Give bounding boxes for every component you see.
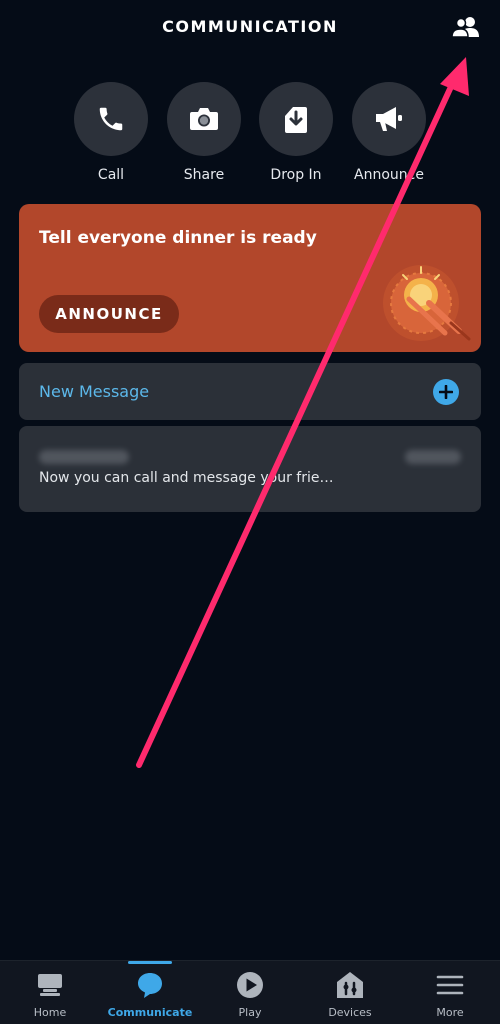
announce-button[interactable]: ANNOUNCE bbox=[39, 295, 179, 333]
devices-icon bbox=[336, 971, 364, 999]
header: COMMUNICATION bbox=[0, 0, 500, 56]
conversation-item[interactable]: Now you can call and message your frie… bbox=[19, 426, 481, 512]
tab-more-label: More bbox=[436, 1006, 464, 1019]
app-screen: COMMUNICATION Call Share Drop In Announc… bbox=[0, 0, 500, 1024]
drop-in-button[interactable] bbox=[259, 82, 333, 156]
tab-home-label: Home bbox=[33, 1006, 67, 1019]
new-message-row[interactable]: New Message bbox=[19, 363, 481, 420]
conversation-preview: Now you can call and message your frie… bbox=[39, 470, 334, 486]
plus-icon bbox=[439, 385, 453, 399]
contacts-button[interactable] bbox=[450, 12, 482, 42]
tab-more[interactable]: More bbox=[400, 961, 500, 1024]
play-icon bbox=[236, 971, 264, 999]
tab-communicate[interactable]: Communicate bbox=[100, 961, 200, 1024]
new-message-label: New Message bbox=[39, 382, 150, 401]
tab-play-label: Play bbox=[238, 1006, 262, 1019]
drop-in-icon bbox=[285, 107, 307, 133]
drop-in-label: Drop In bbox=[270, 167, 322, 183]
contacts-icon bbox=[451, 17, 479, 38]
conversation-date-redacted bbox=[405, 450, 461, 464]
quick-actions: Call Share Drop In Announce bbox=[0, 82, 500, 192]
tab-home[interactable]: Home bbox=[0, 961, 100, 1024]
share-action[interactable]: Share bbox=[159, 82, 249, 183]
call-button[interactable] bbox=[74, 82, 148, 156]
page-title: COMMUNICATION bbox=[162, 17, 338, 36]
chat-bubble-icon bbox=[136, 971, 164, 999]
tab-communicate-label: Communicate bbox=[107, 1006, 193, 1019]
new-message-button[interactable] bbox=[433, 379, 459, 405]
dinner-plate-icon bbox=[383, 265, 471, 341]
menu-icon bbox=[436, 971, 464, 999]
announce-card[interactable]: Tell everyone dinner is ready ANNOUNCE bbox=[19, 204, 481, 352]
tab-devices-label: Devices bbox=[328, 1006, 372, 1019]
tab-play[interactable]: Play bbox=[200, 961, 300, 1024]
phone-icon bbox=[99, 107, 123, 131]
home-icon bbox=[36, 971, 64, 999]
conversation-contact-name-redacted bbox=[39, 450, 129, 464]
share-button[interactable] bbox=[167, 82, 241, 156]
announce-action-button[interactable] bbox=[352, 82, 426, 156]
tab-devices[interactable]: Devices bbox=[300, 961, 400, 1024]
announce-card-text: Tell everyone dinner is ready bbox=[39, 228, 317, 248]
announce-action[interactable]: Announce bbox=[344, 82, 434, 183]
share-label: Share bbox=[183, 167, 225, 183]
drop-in-action[interactable]: Drop In bbox=[251, 82, 341, 183]
bottom-tab-bar: Home Communicate Play Devices More bbox=[0, 960, 500, 1024]
call-label: Call bbox=[97, 167, 125, 183]
call-action[interactable]: Call bbox=[66, 82, 156, 183]
announce-label: Announce bbox=[354, 167, 424, 183]
camera-icon bbox=[190, 108, 218, 130]
megaphone-icon bbox=[376, 107, 402, 131]
